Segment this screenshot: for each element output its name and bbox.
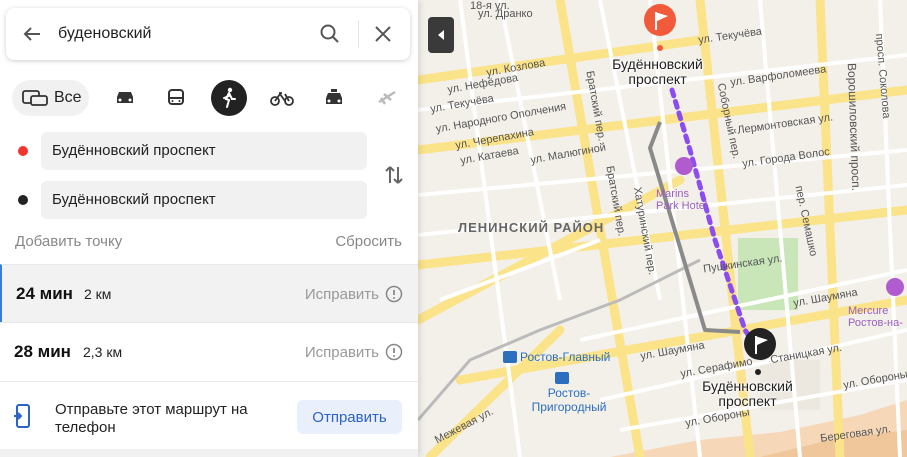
end-point-field[interactable]: Будённовский проспект bbox=[41, 181, 367, 219]
pedestrian-icon bbox=[223, 87, 236, 108]
train-station-icon bbox=[503, 351, 517, 363]
route-distance: 2 км bbox=[84, 286, 112, 302]
hotel-marker bbox=[675, 157, 693, 175]
close-icon[interactable] bbox=[371, 22, 395, 46]
car-icon bbox=[117, 92, 133, 103]
hotel-label[interactable]: Marins Park Hotel bbox=[656, 188, 708, 212]
route-option[interactable]: 28 мин 2,3 км Исправить bbox=[0, 322, 418, 380]
station-label[interactable]: Ростов-Пригородный bbox=[530, 386, 608, 414]
collapse-panel-button[interactable] bbox=[428, 17, 454, 53]
street-label: 18-я ул. bbox=[470, 0, 510, 12]
add-point-button[interactable]: Добавить точку bbox=[15, 233, 122, 250]
mode-bike-button[interactable] bbox=[264, 80, 300, 116]
mode-all-button[interactable]: Все bbox=[12, 80, 89, 116]
route-distance: 2,3 км bbox=[83, 344, 123, 360]
mode-walk-button[interactable] bbox=[211, 80, 247, 116]
taxi-icon bbox=[326, 89, 342, 104]
search-icon[interactable] bbox=[318, 22, 342, 46]
train-station-icon bbox=[555, 372, 569, 384]
route-time: 24 мин bbox=[16, 284, 73, 303]
route-time: 28 мин bbox=[14, 342, 71, 361]
send-to-phone-section: Отправьте этот маршрут на телефон Отправ… bbox=[0, 381, 418, 449]
mode-taxi-button[interactable] bbox=[316, 80, 352, 116]
info-icon[interactable] bbox=[385, 285, 403, 303]
bus-icon bbox=[168, 89, 184, 105]
send-button[interactable]: Отправить bbox=[297, 400, 402, 434]
end-pin-label[interactable]: Будённовский проспект bbox=[690, 379, 805, 409]
start-pin-label[interactable]: Будённовский проспект bbox=[600, 57, 715, 87]
start-point-field[interactable]: Будённовский проспект bbox=[41, 132, 367, 170]
panel-footer bbox=[0, 449, 418, 457]
airplane-icon bbox=[378, 90, 396, 105]
fix-route-button[interactable]: Исправить bbox=[305, 286, 379, 303]
route-panel: Все Будённовский проспект Будённовский п… bbox=[0, 0, 418, 457]
district-label: ЛЕНИНСКИЙ РАЙОН bbox=[458, 220, 605, 235]
bicycle-icon bbox=[270, 92, 294, 106]
hotel-marker bbox=[886, 278, 904, 296]
swap-icon[interactable] bbox=[382, 163, 406, 187]
info-icon[interactable] bbox=[385, 343, 403, 361]
send-to-phone-text: Отправьте этот маршрут на телефон bbox=[55, 401, 248, 436]
fix-route-button[interactable]: Исправить bbox=[305, 344, 379, 361]
route-option[interactable]: 24 мин 2 км Исправить bbox=[0, 264, 418, 322]
mode-car-button[interactable] bbox=[107, 80, 143, 116]
transport-modes: Все bbox=[12, 80, 408, 116]
mode-plane-button[interactable] bbox=[369, 80, 405, 116]
back-arrow-icon[interactable] bbox=[20, 22, 44, 46]
chevron-left-icon bbox=[438, 30, 444, 40]
station-label[interactable]: Ростов-Главный bbox=[520, 350, 610, 364]
end-point-icon bbox=[18, 195, 28, 205]
reset-button[interactable]: Сбросить bbox=[335, 233, 402, 250]
all-modes-icon bbox=[22, 90, 48, 106]
phone-icon bbox=[14, 404, 30, 428]
search-input[interactable] bbox=[58, 22, 308, 46]
mode-bus-button[interactable] bbox=[158, 80, 194, 116]
divider bbox=[358, 20, 359, 48]
mode-all-label: Все bbox=[54, 89, 82, 106]
start-point-icon bbox=[18, 146, 28, 156]
hotel-label[interactable]: Mercure Ростов-на- bbox=[848, 305, 907, 329]
search-box bbox=[6, 8, 410, 60]
